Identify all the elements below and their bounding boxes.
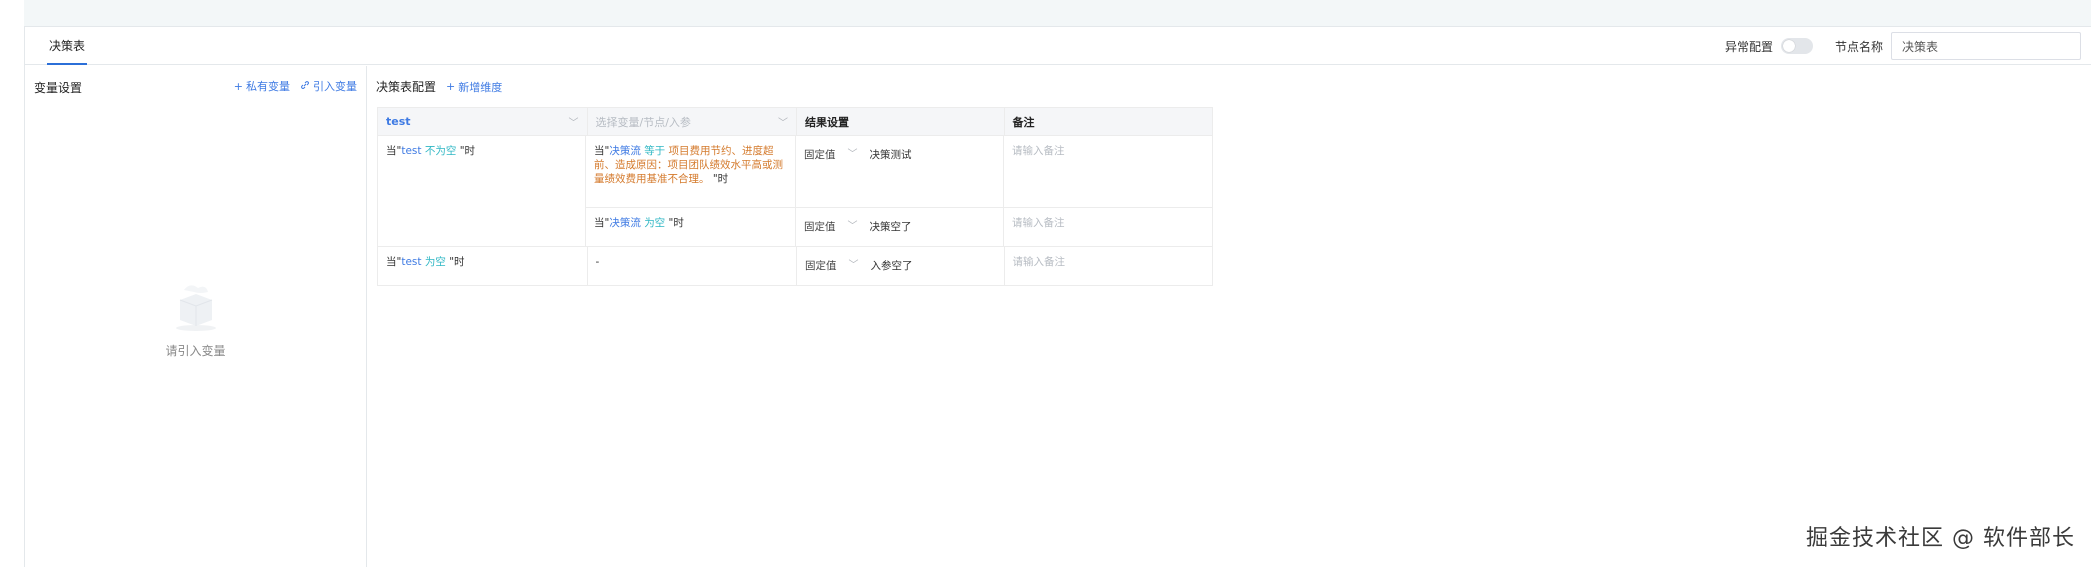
chevron-down-icon: ﹀ <box>568 118 579 129</box>
result-value[interactable]: 入参空了 <box>871 259 913 273</box>
chevron-down-icon: ﹀ <box>778 118 788 129</box>
variable-panel-title: 变量设置 <box>34 81 83 95</box>
result-value[interactable]: 决策空了 <box>870 220 912 234</box>
table-row: 当"决策流 等于 项目费用节约、进度超前、造成原因：项目团队绩效水平高或测量绩效… <box>586 136 1212 208</box>
variable-panel-actions: + 私有变量 引入变量 <box>234 78 357 94</box>
tab-decision-table[interactable]: 决策表 <box>47 35 88 65</box>
top-strip <box>24 0 2091 27</box>
result-cell[interactable]: 固定值 ﹀ 入参空了 <box>797 247 1005 285</box>
node-settings: 异常配置 节点名称 <box>1724 32 2081 60</box>
condition-cell[interactable]: - <box>588 247 797 285</box>
condition-cell[interactable]: 当"决策流 等于 项目费用节约、进度超前、造成原因：项目团队绩效水平高或测量绩效… <box>586 136 796 207</box>
tab-bar: 决策表 异常配置 节点名称 <box>25 27 2091 65</box>
node-name-input[interactable] <box>1891 32 2081 60</box>
config-title: 决策表配置 <box>376 80 437 94</box>
sub-rows: 当"决策流 等于 项目费用节约、进度超前、造成原因：项目团队绩效水平高或测量绩效… <box>586 136 1212 246</box>
result-cell[interactable]: 固定值 ﹀ 决策测试 <box>796 136 1004 207</box>
header-result: 结果设置 <box>797 108 1005 135</box>
table-row: 当"决策流 为空 "时 固定值 ﹀ 决策空了 请输入备注 <box>586 208 1212 246</box>
chevron-down-icon: ﹀ <box>847 221 858 232</box>
variable-panel: 变量设置 + 私有变量 引入变量 请引入变量 <box>25 66 367 567</box>
empty-state: 请引入变量 <box>25 276 366 359</box>
table-header-row: test ﹀ 选择变量/节点/入参 ﹀ 结果设置 备注 <box>378 108 1212 136</box>
app-root: 决策表 异常配置 节点名称 变量设置 + 私有变量 引入变量 <box>0 0 2091 567</box>
add-private-variable-button[interactable]: + 私有变量 <box>234 78 290 94</box>
node-name-label: 节点名称 <box>1834 39 1883 54</box>
add-dimension-button[interactable]: + 新增维度 <box>446 79 502 95</box>
exception-config-label: 异常配置 <box>1724 39 1773 54</box>
result-cell[interactable]: 固定值 ﹀ 决策空了 <box>796 208 1004 246</box>
condition-cell[interactable]: 当"test 为空 "时 <box>378 247 588 285</box>
watermark: 掘金技术社区 @ 软件部长 <box>1806 526 2075 551</box>
table-row: 当"test 为空 "时 - 固定值 ﹀ 入参空了 请输入备注 <box>378 247 1212 285</box>
condition-cell[interactable]: 当"决策流 为空 "时 <box>586 208 796 246</box>
table-row: 当"test 不为空 "时 当"决策流 等于 项目费用节约、进度超前、造成原因：… <box>378 136 1212 247</box>
remark-cell[interactable]: 请输入备注 <box>1004 208 1212 246</box>
add-dimension-label: 新增维度 <box>458 80 503 94</box>
result-type-select[interactable]: 固定值 <box>804 220 836 234</box>
link-icon <box>300 80 310 93</box>
import-variable-button[interactable]: 引入变量 <box>300 78 357 94</box>
chevron-down-icon: ﹀ <box>848 260 859 271</box>
config-header: 决策表配置 + 新增维度 <box>376 78 502 95</box>
result-type-select[interactable]: 固定值 <box>805 259 837 273</box>
empty-state-text: 请引入变量 <box>165 344 226 358</box>
header-remark: 备注 <box>1012 115 1035 129</box>
condition-cell[interactable]: 当"test 不为空 "时 <box>378 136 586 246</box>
plus-icon: + <box>233 79 243 93</box>
exception-config-switch[interactable] <box>1780 38 1813 54</box>
remark-cell[interactable]: 请输入备注 <box>1005 247 1213 285</box>
header-condition-2-select[interactable]: 选择变量/节点/入参 ﹀ <box>588 108 797 135</box>
plus-icon: + <box>446 80 456 93</box>
decision-table: test ﹀ 选择变量/节点/入参 ﹀ 结果设置 备注 当"test 不为空 "… <box>377 107 1213 286</box>
import-variable-label: 引入变量 <box>313 80 357 93</box>
result-value[interactable]: 决策测试 <box>870 148 912 162</box>
remark-cell[interactable]: 请输入备注 <box>1004 136 1212 207</box>
empty-box-icon <box>166 276 226 336</box>
private-variable-label: 私有变量 <box>246 80 290 93</box>
header-condition-1[interactable]: test ﹀ <box>378 108 588 135</box>
result-type-select[interactable]: 固定值 <box>804 148 836 162</box>
chevron-down-icon: ﹀ <box>847 149 858 160</box>
